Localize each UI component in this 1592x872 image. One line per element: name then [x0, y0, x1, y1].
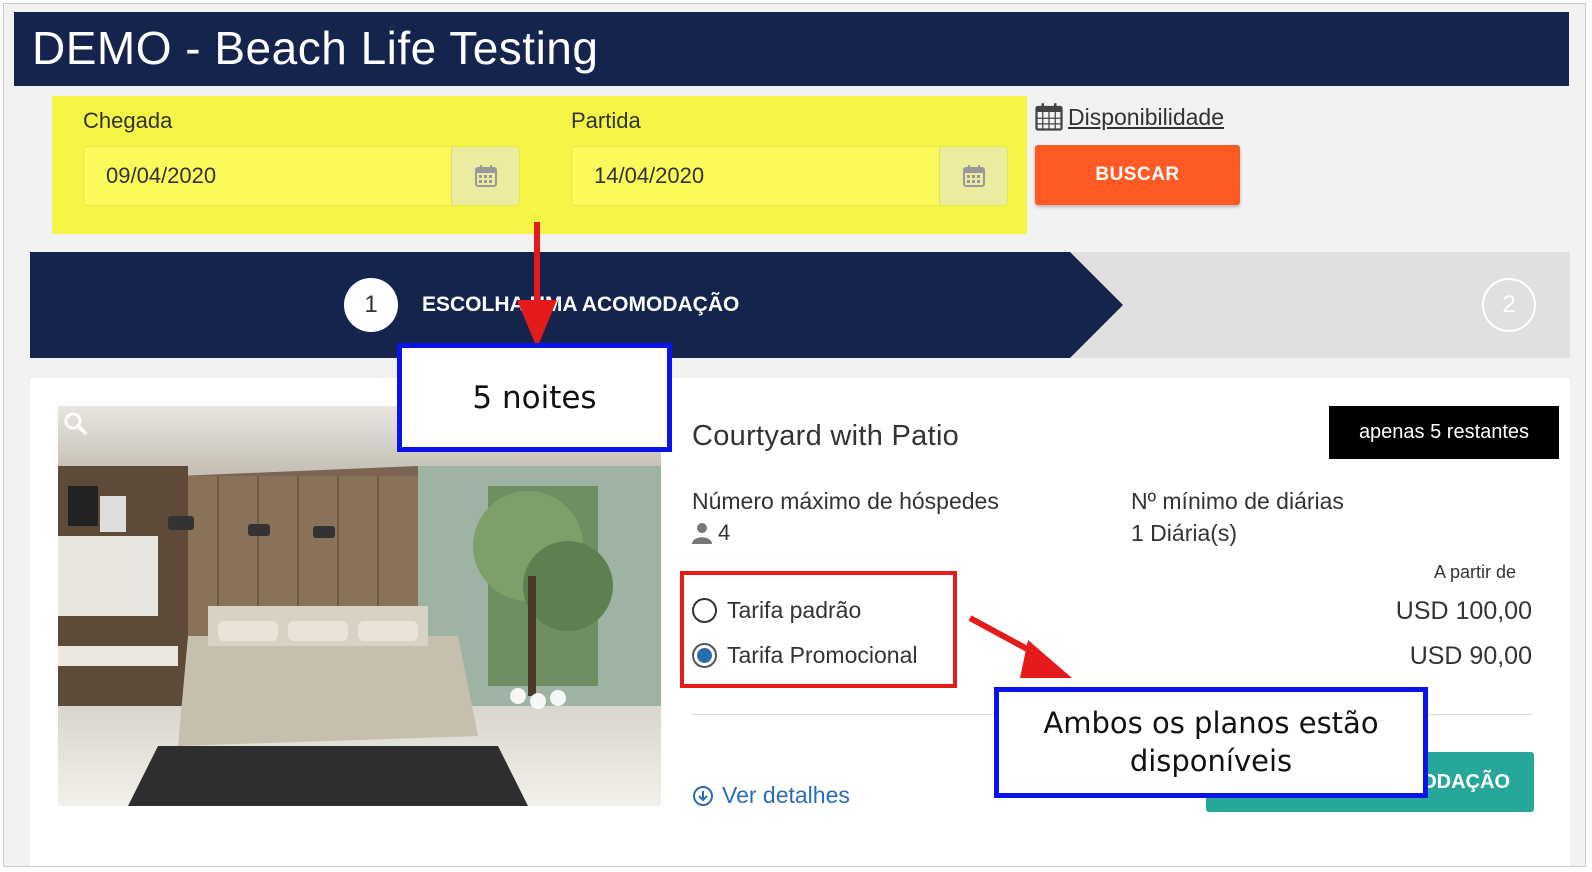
checkin-calendar-icon[interactable]: [451, 147, 519, 205]
nights-callout: 5 noites: [397, 343, 672, 452]
details-link[interactable]: Ver detalhes: [692, 782, 850, 809]
rates-highlight-box: [680, 571, 957, 688]
search-button[interactable]: BUSCAR: [1035, 145, 1240, 205]
room-title: Courtyard with Patio: [692, 420, 960, 452]
checkin-input[interactable]: 09/04/2020: [83, 146, 520, 206]
availability-link-label: Disponibilidade: [1068, 103, 1224, 130]
max-guests-value: 4: [718, 520, 731, 545]
details-link-label: Ver detalhes: [722, 782, 850, 808]
checkout-calendar-icon[interactable]: [939, 147, 1007, 205]
plans-callout-line1: Ambos os planos estão: [1043, 705, 1379, 740]
room-photo-illustration: [58, 406, 661, 806]
plans-callout-line2: disponíveis: [1129, 743, 1293, 778]
step1-number: 1: [344, 278, 398, 332]
checkin-value: 09/04/2020: [106, 163, 217, 188]
availability-badge: apenas 5 restantes: [1329, 406, 1559, 459]
booking-steps: 1 ESCOLHA UMA ACOMODAÇÃO 2: [30, 252, 1570, 358]
checkout-label: Partida: [571, 108, 641, 133]
price-from-label: A partir de: [1434, 562, 1517, 582]
zoom-icon[interactable]: [60, 408, 90, 438]
checkin-label: Chegada: [83, 108, 173, 133]
date-search-area: Chegada 09/04/2020 Partida 14/04/2020: [52, 96, 1027, 234]
room-photo[interactable]: [58, 406, 661, 806]
page-title: DEMO - Beach Life Testing: [32, 22, 599, 74]
plans-callout: Ambos os planos estão disponíveis: [994, 687, 1428, 798]
rate-promo-price: USD 90,00: [1409, 642, 1532, 670]
min-nights-label: Nº mínimo de diárias: [1131, 488, 1344, 514]
step1-arrow-shape: [30, 252, 1123, 358]
step2-number[interactable]: 2: [1482, 278, 1536, 332]
calendar-icon: [1035, 103, 1063, 131]
availability-link[interactable]: Disponibilidade: [1034, 102, 1224, 132]
min-nights-value: 1 Diária(s): [1131, 520, 1238, 546]
checkout-input[interactable]: 14/04/2020: [571, 146, 1008, 206]
max-guests: 4: [692, 520, 730, 546]
rate-standard-price: USD 100,00: [1395, 597, 1532, 625]
header-bar: DEMO - Beach Life Testing: [14, 12, 1569, 86]
circle-arrow-down-icon: [693, 785, 713, 806]
max-guests-label: Número máximo de hóspedes: [692, 488, 999, 514]
checkout-value: 14/04/2020: [594, 163, 705, 188]
person-icon: [692, 523, 712, 544]
step1-label[interactable]: ESCOLHA UMA ACOMODAÇÃO: [422, 293, 739, 317]
